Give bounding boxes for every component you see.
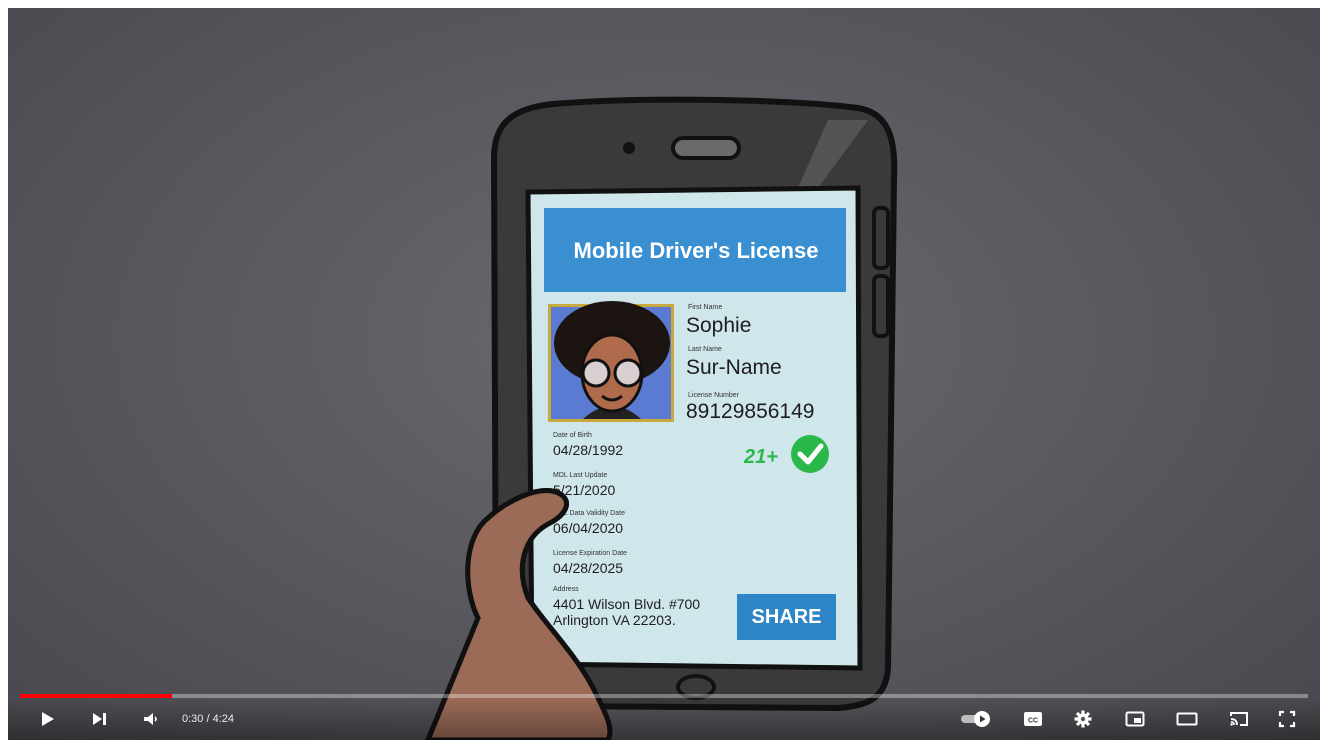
play-button[interactable] <box>30 702 64 736</box>
theater-mode-button[interactable] <box>1170 702 1204 736</box>
time-display: 0:30 / 4:24 <box>182 702 234 736</box>
next-button[interactable] <box>82 702 116 736</box>
time-separator: / <box>203 713 213 725</box>
player-controls: 0:30 / 4:24 CC <box>8 698 1320 740</box>
captions-button[interactable]: CC <box>1016 702 1050 736</box>
fullscreen-icon <box>1278 710 1296 728</box>
video-player[interactable]: Mobile Driver's License First Name Sophi… <box>8 8 1320 740</box>
volume-button[interactable] <box>134 702 168 736</box>
miniplayer-button[interactable] <box>1118 702 1152 736</box>
miniplayer-icon <box>1125 711 1145 727</box>
captions-icon: CC <box>1024 712 1042 726</box>
volume-icon <box>144 713 157 725</box>
svg-text:CC: CC <box>1028 718 1038 725</box>
autoplay-toggle[interactable] <box>956 702 996 736</box>
duration: 4:24 <box>212 713 235 725</box>
play-icon <box>42 712 54 726</box>
current-time: 0:30 <box>182 713 204 725</box>
theater-mode-icon <box>1176 712 1198 726</box>
fullscreen-button[interactable] <box>1270 702 1304 736</box>
autoplay-toggle-icon <box>961 711 990 727</box>
cast-button[interactable] <box>1222 702 1256 736</box>
next-icon <box>93 713 106 725</box>
hand-overlay <box>425 488 613 740</box>
settings-gear-icon <box>1074 710 1092 728</box>
settings-button[interactable] <box>1066 702 1100 736</box>
cast-icon <box>1230 712 1248 726</box>
